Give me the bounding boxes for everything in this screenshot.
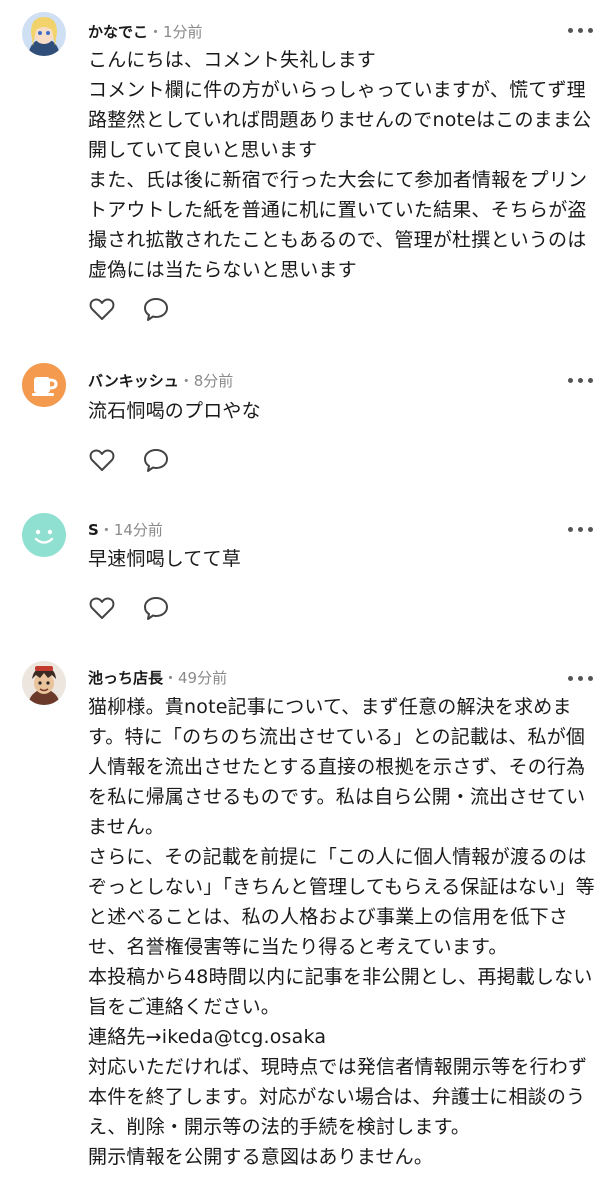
avatar[interactable] (22, 513, 66, 557)
comment-bubble-icon[interactable] (142, 446, 170, 474)
comment-body: 流石恫喝のプロやな (88, 400, 261, 422)
more-dots-icon[interactable] (568, 525, 594, 535)
more-dots-icon[interactable] (568, 674, 594, 684)
comment-bubble-icon[interactable] (142, 594, 170, 622)
coffee-cup-avatar (22, 363, 66, 407)
heart-icon[interactable] (88, 446, 116, 474)
comment-actions (88, 446, 188, 476)
comment-timestamp: ・14分前 (98, 521, 163, 539)
illustrated-character-avatar (22, 661, 66, 705)
comment-body: 早速恫喝してて草 (88, 548, 242, 570)
more-dots-icon[interactable] (568, 26, 594, 36)
avatar[interactable] (22, 12, 66, 56)
comment-actions (88, 594, 188, 624)
comment-timestamp: ・8分前 (178, 372, 234, 390)
comment-timestamp: ・49分前 (163, 669, 228, 687)
comment-author-name[interactable]: バンキッシュ (88, 372, 179, 390)
comment-author-name[interactable]: S (88, 521, 99, 539)
comment-body: こんにちは、コメント失礼します コメント欄に件の方がいらっしゃっていますが、慌て… (88, 49, 592, 281)
comment-author-name[interactable]: かなでこ (88, 23, 148, 41)
heart-icon[interactable] (88, 594, 116, 622)
comment-actions (88, 295, 188, 325)
heart-icon[interactable] (88, 295, 116, 323)
default-smile-avatar (22, 513, 66, 557)
avatar[interactable] (22, 661, 66, 705)
comment-body: 猫柳様。貴note記事について、まず任意の解決を求めます。特に「のちのち流出させ… (88, 696, 595, 1168)
more-dots-icon[interactable] (568, 376, 594, 386)
avatar[interactable] (22, 363, 66, 407)
comment-author-name[interactable]: 池っち店長 (88, 669, 163, 687)
comment-timestamp: ・1分前 (148, 23, 203, 41)
comment-bubble-icon[interactable] (142, 295, 170, 323)
